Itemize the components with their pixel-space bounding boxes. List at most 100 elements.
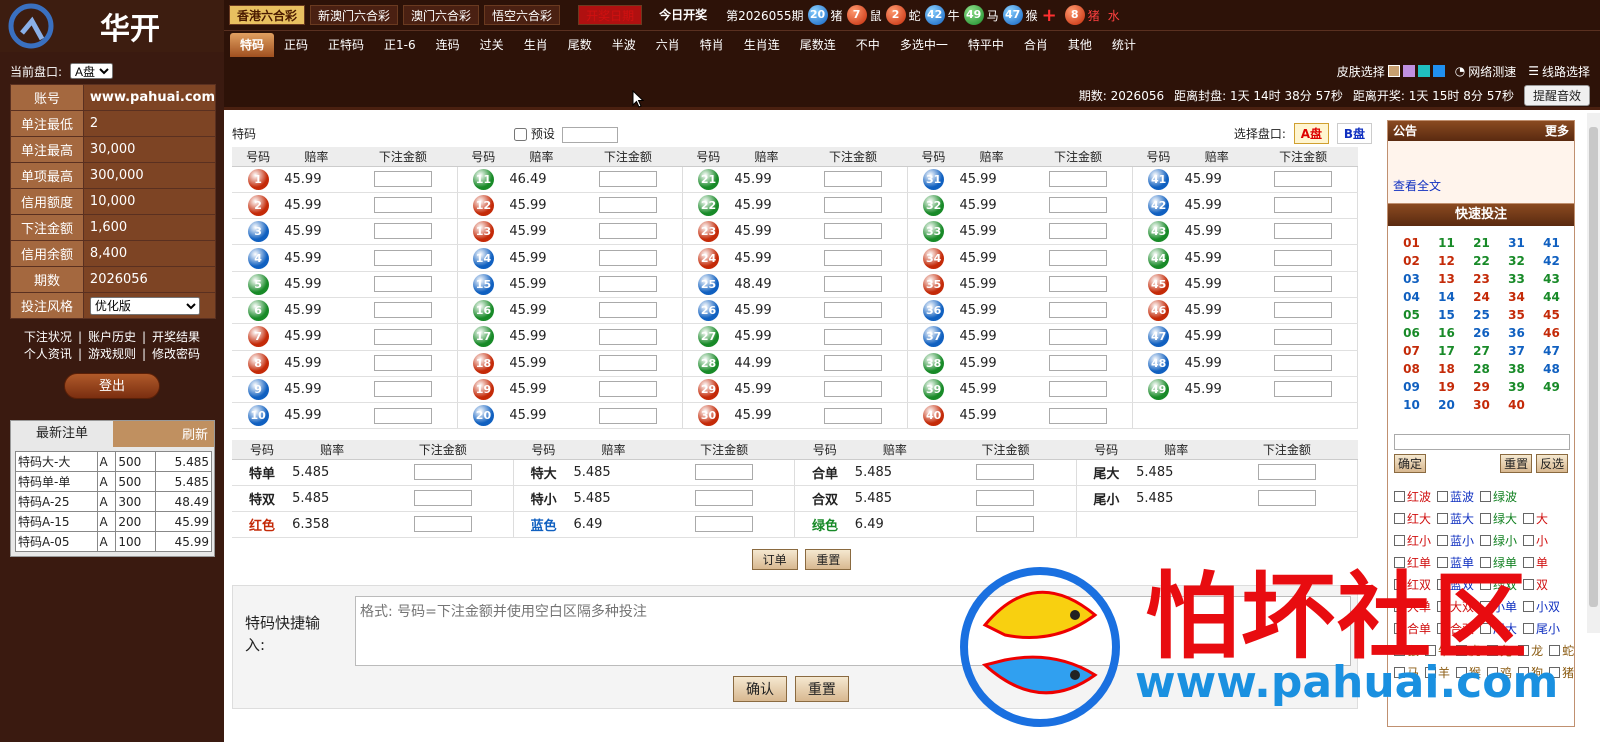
bet-amount-input[interactable] bbox=[598, 249, 657, 266]
attr-amount-input[interactable] bbox=[694, 463, 753, 480]
line-select-link[interactable]: 线路选择 bbox=[1542, 63, 1590, 80]
quick-number[interactable]: 40 bbox=[1499, 396, 1534, 414]
nav-tab[interactable]: 多选中一 bbox=[890, 33, 958, 57]
attr-amount-input[interactable] bbox=[1257, 489, 1316, 506]
preset-input[interactable] bbox=[561, 126, 618, 143]
bet-amount-input[interactable] bbox=[823, 381, 882, 398]
quick-number[interactable]: 41 bbox=[1534, 234, 1569, 252]
bet-amount-input[interactable] bbox=[1273, 276, 1332, 293]
quick-number[interactable]: 24 bbox=[1464, 288, 1499, 306]
order-button[interactable]: 订单 bbox=[751, 549, 798, 570]
bet-amount-input[interactable] bbox=[598, 223, 657, 240]
reset-button[interactable]: 重置 bbox=[805, 549, 852, 570]
checkbox-box[interactable] bbox=[1480, 490, 1492, 502]
bet-amount-input[interactable] bbox=[1273, 354, 1332, 371]
lottery-tab[interactable]: 悟空六合彩 bbox=[484, 5, 561, 25]
quick-reset-button-right[interactable]: 重置 bbox=[1500, 454, 1533, 473]
quick-number[interactable]: 34 bbox=[1499, 288, 1534, 306]
pan-a-button[interactable]: A盘 bbox=[1293, 123, 1330, 144]
invert-button[interactable]: 反选 bbox=[1535, 454, 1568, 473]
quick-number[interactable]: 38 bbox=[1499, 360, 1534, 378]
bet-amount-input[interactable] bbox=[823, 354, 882, 371]
nav-tab[interactable]: 生肖 bbox=[514, 33, 558, 57]
quick-number[interactable]: 45 bbox=[1534, 306, 1569, 324]
bet-amount-input[interactable] bbox=[823, 197, 882, 214]
bet-amount-input[interactable] bbox=[373, 197, 432, 214]
quick-reset-button[interactable]: 重置 bbox=[794, 676, 849, 702]
quick-number[interactable]: 31 bbox=[1499, 234, 1534, 252]
bet-amount-input[interactable] bbox=[823, 328, 882, 345]
quick-number[interactable]: 21 bbox=[1464, 234, 1499, 252]
quick-checkbox[interactable]: 大 bbox=[1523, 507, 1548, 529]
quick-number[interactable]: 11 bbox=[1429, 234, 1464, 252]
bet-amount-input[interactable] bbox=[373, 276, 432, 293]
today-draw-link[interactable]: 今日开奖 bbox=[652, 5, 714, 25]
bet-amount-input[interactable] bbox=[373, 302, 432, 319]
quick-number[interactable]: 20 bbox=[1429, 396, 1464, 414]
bet-amount-input[interactable] bbox=[598, 354, 657, 371]
attr-amount-input[interactable] bbox=[413, 489, 472, 506]
skin-swatch-brown[interactable] bbox=[1387, 65, 1400, 77]
quick-number[interactable]: 49 bbox=[1534, 378, 1569, 396]
quick-checkbox[interactable]: 绿波 bbox=[1480, 485, 1517, 507]
bet-amount-input[interactable] bbox=[1273, 328, 1332, 345]
nav-tab[interactable]: 特平中 bbox=[958, 33, 1014, 57]
bet-amount-input[interactable] bbox=[1048, 197, 1107, 214]
quick-number[interactable]: 43 bbox=[1534, 270, 1569, 288]
bet-amount-input[interactable] bbox=[1273, 302, 1332, 319]
bet-amount-input[interactable] bbox=[1048, 276, 1107, 293]
lottery-tab[interactable]: 香港六合彩 bbox=[229, 5, 306, 25]
bet-amount-input[interactable] bbox=[1048, 381, 1107, 398]
quick-number[interactable]: 03 bbox=[1394, 270, 1429, 288]
bet-amount-input[interactable] bbox=[373, 354, 432, 371]
bet-amount-input[interactable] bbox=[598, 170, 657, 187]
account-link[interactable]: 游戏规则 bbox=[85, 347, 139, 361]
attr-amount-input[interactable] bbox=[976, 463, 1035, 480]
net-test-link[interactable]: 网络测速 bbox=[1468, 63, 1516, 80]
attr-amount-input[interactable] bbox=[413, 463, 472, 480]
bet-amount-input[interactable] bbox=[1273, 381, 1332, 398]
bet-amount-input[interactable] bbox=[1273, 170, 1332, 187]
bet-amount-input[interactable] bbox=[1048, 302, 1107, 319]
account-link[interactable]: 个人资讯 bbox=[21, 347, 75, 361]
nav-tab[interactable]: 连码 bbox=[426, 33, 470, 57]
nav-tab[interactable]: 特码 bbox=[230, 32, 275, 57]
quick-number[interactable]: 26 bbox=[1464, 324, 1499, 342]
nav-tab[interactable]: 正特码 bbox=[318, 33, 374, 57]
bet-amount-input[interactable] bbox=[1273, 223, 1332, 240]
quick-number[interactable]: 32 bbox=[1499, 252, 1534, 270]
pan-b-button[interactable]: B盘 bbox=[1336, 123, 1372, 144]
bet-amount-input[interactable] bbox=[373, 381, 432, 398]
quick-number[interactable]: 10 bbox=[1394, 396, 1429, 414]
quick-checkbox[interactable]: 绿大 bbox=[1480, 507, 1517, 529]
bet-amount-input[interactable] bbox=[598, 197, 657, 214]
quick-number[interactable]: 39 bbox=[1499, 378, 1534, 396]
quick-number[interactable]: 15 bbox=[1429, 306, 1464, 324]
bet-amount-input[interactable] bbox=[1048, 328, 1107, 345]
quick-number[interactable]: 13 bbox=[1429, 270, 1464, 288]
nav-tab[interactable]: 不中 bbox=[846, 33, 890, 57]
nav-tab[interactable]: 正码 bbox=[274, 33, 318, 57]
nav-tab[interactable]: 生肖连 bbox=[734, 33, 790, 57]
attr-amount-input[interactable] bbox=[976, 515, 1035, 532]
quick-number[interactable]: 01 bbox=[1394, 234, 1429, 252]
checkbox-box[interactable] bbox=[1523, 512, 1535, 524]
quick-number[interactable]: 19 bbox=[1429, 378, 1464, 396]
bet-amount-input[interactable] bbox=[598, 407, 657, 424]
quick-number[interactable]: 29 bbox=[1464, 378, 1499, 396]
account-link[interactable]: 下注状况 bbox=[21, 330, 75, 344]
nav-tab[interactable]: 尾数连 bbox=[790, 33, 846, 57]
logout-button[interactable]: 登出 bbox=[64, 373, 160, 399]
attr-amount-input[interactable] bbox=[413, 515, 472, 532]
quick-number[interactable]: 36 bbox=[1499, 324, 1534, 342]
bet-amount-input[interactable] bbox=[373, 223, 432, 240]
bet-amount-input[interactable] bbox=[598, 328, 657, 345]
bet-amount-input[interactable] bbox=[598, 276, 657, 293]
attr-amount-input[interactable] bbox=[976, 489, 1035, 506]
bet-amount-input[interactable] bbox=[1273, 249, 1332, 266]
bet-amount-input[interactable] bbox=[373, 170, 432, 187]
quick-number[interactable]: 48 bbox=[1534, 360, 1569, 378]
nav-tab[interactable]: 六肖 bbox=[646, 33, 690, 57]
bet-amount-input[interactable] bbox=[1273, 197, 1332, 214]
quick-number[interactable]: 16 bbox=[1429, 324, 1464, 342]
